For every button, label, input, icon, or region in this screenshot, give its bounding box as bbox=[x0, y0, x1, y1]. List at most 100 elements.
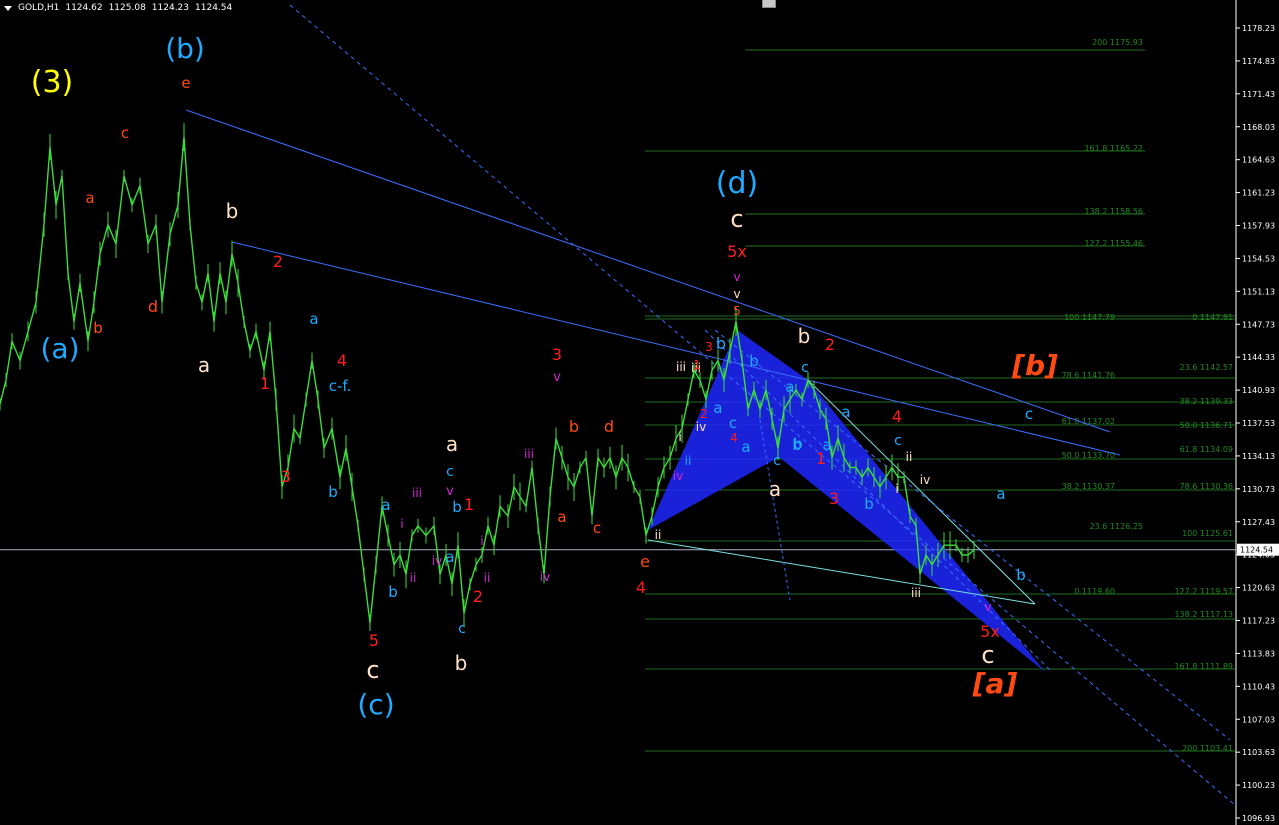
wave-label: iv bbox=[673, 469, 683, 483]
wave-label: ii bbox=[906, 450, 913, 464]
wave-label: i bbox=[678, 430, 681, 444]
tick-label: 1151.13 bbox=[1242, 287, 1275, 296]
wave-label: 2 bbox=[700, 407, 708, 421]
wave-label: (a) bbox=[40, 332, 79, 365]
wave-label: 3 bbox=[281, 467, 291, 486]
wave-label: ii bbox=[685, 454, 692, 468]
tick-label: 1137.53 bbox=[1242, 419, 1275, 428]
chart-area[interactable]: 1178.231174.831171.431168.031164.631161.… bbox=[0, 0, 1279, 825]
current-price-label: 1124.54 bbox=[1240, 546, 1273, 555]
tick-label: 1120.63 bbox=[1242, 584, 1275, 593]
fib-level-label: 161.8 1111.89 bbox=[1174, 662, 1233, 671]
wave-label: iii bbox=[676, 360, 686, 374]
wave-label: a bbox=[445, 548, 454, 566]
wave-label: a bbox=[557, 508, 566, 526]
tick-label: 1168.03 bbox=[1242, 123, 1275, 132]
wave-label: (b) bbox=[165, 32, 205, 65]
wave-label: d bbox=[148, 297, 158, 316]
wave-label: v bbox=[733, 287, 740, 301]
wave-label: iii bbox=[412, 486, 422, 500]
fib-level-label: 138.2 1158.56 bbox=[1084, 207, 1143, 216]
wave-label: a bbox=[841, 403, 850, 421]
wave-label: a bbox=[996, 485, 1005, 503]
fib-level-label: 0 1147.81 bbox=[1192, 313, 1233, 322]
wave-label: c bbox=[1025, 405, 1033, 423]
tick-label: 1157.93 bbox=[1242, 222, 1275, 231]
tick-label: 1140.93 bbox=[1242, 386, 1275, 395]
fib-level-label: 100 1125.61 bbox=[1182, 529, 1233, 538]
wave-label: b bbox=[388, 583, 398, 601]
tick-label: 1130.73 bbox=[1242, 485, 1275, 494]
wave-label: c bbox=[121, 124, 129, 142]
wave-label: i bbox=[400, 517, 403, 531]
tick-label: 1134.13 bbox=[1242, 452, 1275, 461]
wave-label: c bbox=[773, 453, 781, 469]
wave-label: ii bbox=[484, 571, 491, 585]
wave-label: 1 bbox=[693, 358, 701, 372]
wave-label: 5 bbox=[733, 304, 741, 318]
wave-label: iv bbox=[540, 570, 550, 584]
fib-level-label: 38.2 1130.37 bbox=[1062, 482, 1115, 491]
fib-level-label: 161.8 1165.22 bbox=[1084, 144, 1143, 153]
wave-label: 5x bbox=[727, 242, 747, 261]
wave-label: c bbox=[446, 464, 454, 480]
wave-label: 3 bbox=[705, 340, 713, 354]
tick-label: 1113.83 bbox=[1242, 649, 1275, 658]
wave-label: v bbox=[446, 484, 454, 499]
wave-label: b bbox=[1016, 566, 1026, 584]
fib-level-label: 200 1175.93 bbox=[1092, 38, 1143, 47]
tick-label: 1171.43 bbox=[1242, 90, 1275, 99]
wave-label: c bbox=[593, 519, 601, 537]
tick-label: 1154.53 bbox=[1242, 254, 1275, 263]
tick-label: 1103.63 bbox=[1242, 748, 1275, 757]
tick-label: 1178.23 bbox=[1242, 24, 1275, 33]
wave-label: c bbox=[366, 656, 379, 684]
wave-label: iii bbox=[911, 586, 921, 600]
wave-label: a bbox=[309, 310, 318, 328]
wave-label: a bbox=[381, 496, 390, 514]
wave-label: 1 bbox=[260, 374, 270, 393]
wave-label: b bbox=[452, 498, 462, 516]
wave-label: a bbox=[822, 436, 831, 454]
fib-level-label: 200 1103.41 bbox=[1182, 744, 1233, 753]
wave-label: ii bbox=[410, 571, 417, 585]
wave-label: b bbox=[569, 417, 579, 436]
trendline-mid bbox=[231, 241, 1121, 456]
dashed-channel-outer bbox=[289, 4, 1236, 806]
wave-label: c bbox=[801, 360, 809, 376]
wave-label: iii bbox=[524, 447, 534, 461]
wave-label: a bbox=[741, 438, 750, 456]
fib-level-label: 127.2 1119.57 bbox=[1174, 587, 1233, 596]
wave-label: a bbox=[769, 477, 781, 501]
fib-level-label: 23.6 1142.57 bbox=[1180, 363, 1233, 372]
wave-label: 2 bbox=[825, 335, 835, 354]
tick-label: 1117.23 bbox=[1242, 617, 1275, 626]
harmonic-pattern bbox=[648, 330, 1045, 672]
wave-label: b bbox=[798, 324, 811, 348]
wave-label: a bbox=[713, 399, 722, 417]
trendline-upper bbox=[185, 109, 1111, 433]
wave-label: iv bbox=[432, 554, 442, 568]
wave-label: 2 bbox=[273, 252, 283, 271]
fib-level-label: 38.2 1139.33 bbox=[1180, 397, 1233, 406]
wave-label: b bbox=[864, 495, 874, 513]
tick-label: 1174.83 bbox=[1242, 57, 1275, 66]
wave-label: b bbox=[455, 651, 468, 675]
wave-label: e bbox=[181, 74, 190, 92]
fib-level-label: 78.6 1130.36 bbox=[1180, 482, 1233, 491]
fib-level-label: 0 1119.60 bbox=[1074, 587, 1115, 596]
fib-level-label: 138.2 1117.13 bbox=[1174, 610, 1233, 619]
wave-label: b bbox=[716, 334, 726, 353]
wave-label: b bbox=[93, 319, 103, 337]
wave-label: c bbox=[729, 414, 737, 432]
wave-label: (c) bbox=[357, 688, 394, 721]
tick-label: 1144.33 bbox=[1242, 353, 1275, 362]
wave-label: 4 bbox=[337, 351, 347, 370]
wave-label: i bbox=[895, 482, 898, 496]
wave-label: b bbox=[226, 199, 239, 223]
wave-label: 4 bbox=[892, 407, 902, 426]
fib-level-label: 23.6 1126.25 bbox=[1090, 522, 1143, 531]
wave-label: 3 bbox=[552, 345, 562, 364]
tick-label: 1161.23 bbox=[1242, 189, 1275, 198]
wave-label: c bbox=[981, 641, 994, 669]
